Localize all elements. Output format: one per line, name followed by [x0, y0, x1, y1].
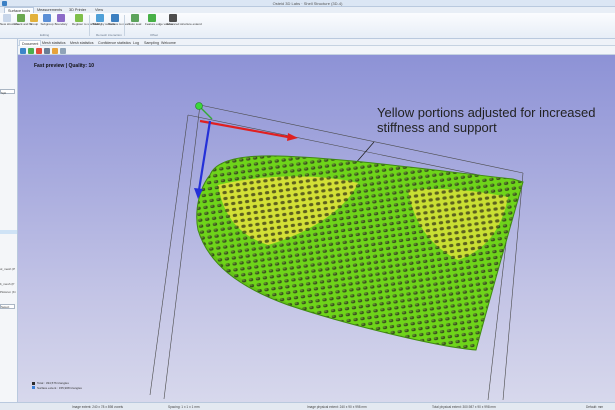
left-panel: Spli ol_mesh (P lt_mesh (P Plotsrun (Ki … [0, 39, 18, 403]
window-title: Osteid 3D Labs · Shell Structure (3D-4) [272, 1, 343, 6]
panel-selected-row[interactable] [0, 230, 17, 234]
status-bar: Image extent: 240 x 78 x 898 voxels Spac… [0, 402, 615, 410]
annotation-line-1: Yellow portions adjusted for increased [377, 105, 596, 120]
check-icon [17, 14, 25, 22]
x-axis-line [199, 119, 289, 139]
lattice-shell [196, 155, 523, 350]
legend-swatch [32, 386, 35, 389]
subgroup-button[interactable]: Subgroup [40, 14, 54, 26]
z-axis-line [200, 107, 213, 120]
panel-label-split: Spli [1, 91, 7, 95]
settings-icon[interactable] [52, 48, 58, 54]
new-structure-button[interactable]: New structure [0, 14, 19, 26]
bbox-edge [149, 114, 189, 396]
feature-edge-button[interactable]: Feature edge volume [145, 14, 173, 26]
check-fix-button[interactable]: Check and fix [14, 14, 32, 26]
annotation-text: Yellow portions adjusted for increased s… [377, 105, 596, 135]
refresh-icon[interactable] [28, 48, 34, 54]
register-button[interactable]: Register to scaffolding [72, 14, 102, 26]
boundary-icon [57, 14, 65, 22]
status-physical-extent: Image physical extent: 240 x 90 x 998 mm [307, 405, 367, 409]
panel-label-plots: Plotsrun (Ki [0, 290, 16, 294]
group-label-remesh: Remesh interaction [96, 33, 122, 37]
group-button[interactable]: Group [27, 14, 41, 26]
document-tabs: Document Mesh statistics Mesh statistics… [18, 39, 615, 46]
camera-icon[interactable] [44, 48, 50, 54]
status-total-extent: Total physical extent: 300.987 x 90 x 99… [432, 405, 496, 409]
ribbon-separator [89, 15, 90, 36]
extend-icon [169, 14, 177, 22]
group-icon [30, 14, 38, 22]
group-label-offset: Offset [150, 33, 158, 37]
mesh-icon [96, 14, 104, 22]
advanced-extend-button[interactable]: Advanced structure extend [166, 14, 202, 26]
boundary-button[interactable]: Boundary [54, 14, 68, 26]
view-toolbar [18, 46, 615, 55]
close-icon[interactable] [36, 48, 42, 54]
axis-origin-handle [195, 102, 203, 110]
group-label-editing: Editing [40, 33, 50, 37]
panel-label-mesh-1: ol_mesh (P [0, 267, 16, 271]
auto-seal-button[interactable]: Auto seal [128, 14, 142, 26]
legend-swatch [32, 381, 35, 385]
surface-icon [111, 14, 119, 22]
status-spacing: Spacing: 1 x 1 x 1 mm [168, 405, 200, 409]
legend-total: Total : 334,576 triangles [37, 381, 69, 385]
layout-icon[interactable] [60, 48, 66, 54]
panel-label-mesh-2: lt_mesh (P [0, 282, 15, 286]
new-icon [3, 14, 11, 22]
triangle-legend: Total : 334,576 triangles Surface extent… [32, 381, 82, 390]
3d-viewport[interactable]: Fast preview | Quality: 10 Yellow portio… [18, 55, 615, 402]
home-view-icon[interactable] [20, 48, 26, 54]
ribbon-separator [124, 15, 125, 36]
seal-icon [131, 14, 139, 22]
x-axis-arrow [287, 133, 298, 141]
select-button-label: Select [1, 305, 10, 309]
ribbon-toolbar: New structure Check and fix Group Subgro… [0, 13, 615, 39]
mesh-by-surface-button[interactable]: Mesh by surface [93, 14, 115, 26]
status-image-extent: Image extent: 240 x 78 x 898 voxels [72, 405, 124, 409]
register-icon [75, 14, 83, 22]
status-units: Default: mm [586, 405, 604, 409]
annotation-line-2: stiffness and support [377, 120, 497, 135]
feature-edge-icon [148, 14, 156, 22]
legend-surface: Surface extent : 155,908 triangles [37, 385, 82, 390]
title-bar: Osteid 3D Labs · Shell Structure (3D-4) [0, 0, 615, 7]
surface-to-mesh-button[interactable]: Surface to mesh [108, 14, 130, 26]
subgroup-icon [43, 14, 51, 22]
preview-quality-label: Fast preview | Quality: 10 [34, 63, 95, 69]
